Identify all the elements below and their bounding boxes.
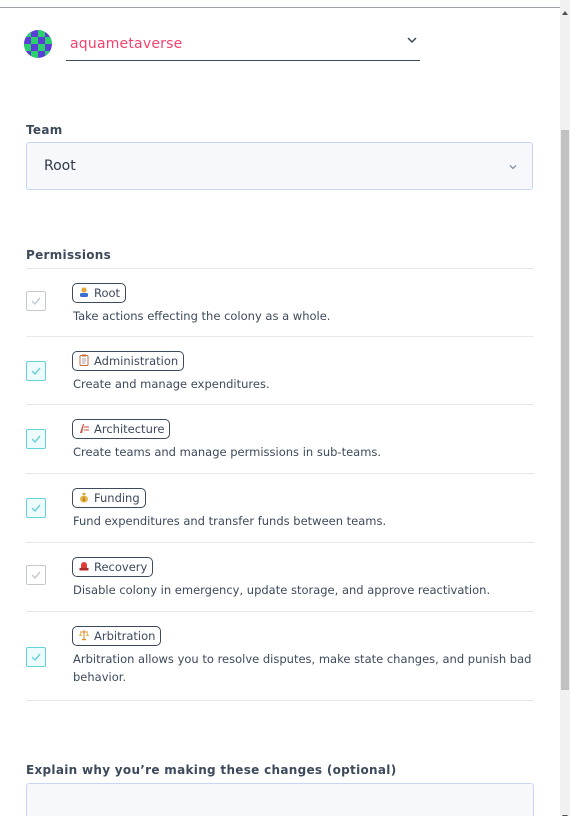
funding-chip: $ Funding — [72, 488, 146, 508]
root-checkbox[interactable] — [26, 291, 46, 311]
svg-text:$: $ — [82, 497, 85, 503]
divider — [26, 542, 534, 543]
chevron-down-icon[interactable] — [404, 32, 420, 48]
administration-chip: Administration — [72, 351, 185, 371]
divider — [26, 700, 534, 701]
chevron-down-icon[interactable] — [506, 159, 520, 173]
divider — [26, 473, 534, 474]
team-label: Team — [26, 123, 63, 137]
recovery-chip: Recovery — [72, 557, 154, 577]
divider — [26, 336, 534, 337]
architecture-chip: Architecture — [72, 419, 171, 439]
scroll-up-arrow-icon[interactable] — [561, 2, 569, 15]
team-select[interactable]: Root — [26, 142, 533, 190]
recovery-checkbox[interactable] — [26, 565, 46, 585]
permission-description: Take actions effecting the colony as a w… — [73, 309, 331, 323]
permission-description: Disable colony in emergency, update stor… — [73, 583, 491, 597]
chip-label: Root — [94, 286, 121, 300]
permission-description: Arbitration allows you to resolve disput… — [73, 652, 532, 684]
divider — [26, 404, 534, 405]
root-icon — [78, 286, 90, 300]
recovery-icon — [78, 560, 90, 574]
user-name: aquametaverse — [70, 36, 183, 52]
permissions-dialog: aquametaverse Team Root Permissions Root… — [0, 0, 570, 816]
chip-label: Architecture — [94, 422, 165, 436]
architecture-icon — [78, 422, 90, 436]
chip-label: Administration — [94, 354, 179, 368]
scroll-down-arrow-icon[interactable] — [561, 806, 569, 816]
permissions-label: Permissions — [26, 248, 112, 262]
chip-label: Arbitration — [94, 629, 156, 643]
root-chip: Root — [72, 283, 127, 303]
avatar — [24, 30, 52, 58]
user-select[interactable]: aquametaverse — [22, 26, 422, 62]
chip-label: Funding — [94, 491, 140, 505]
arbitration-icon — [78, 629, 90, 643]
administration-icon — [78, 354, 90, 368]
funding-checkbox[interactable] — [26, 498, 46, 518]
arbitration-chip: Arbitration — [72, 626, 162, 646]
permission-description: Create and manage expenditures. — [73, 377, 270, 391]
funding-icon: $ — [78, 491, 90, 505]
scrollbar-thumb[interactable] — [561, 130, 569, 690]
team-selected-value: Root — [44, 158, 76, 174]
architecture-checkbox[interactable] — [26, 429, 46, 449]
chip-label: Recovery — [94, 560, 148, 574]
user-field[interactable]: aquametaverse — [66, 26, 420, 61]
arbitration-checkbox[interactable] — [26, 647, 46, 667]
permission-description: Fund expenditures and transfer funds bet… — [73, 514, 387, 528]
explain-label: Explain why you’re making these changes … — [26, 763, 397, 777]
explain-textarea[interactable] — [26, 783, 534, 816]
divider — [26, 611, 534, 612]
permission-description: Create teams and manage permissions in s… — [73, 445, 382, 459]
top-divider — [0, 7, 560, 8]
administration-checkbox[interactable] — [26, 361, 46, 381]
divider — [26, 268, 534, 269]
